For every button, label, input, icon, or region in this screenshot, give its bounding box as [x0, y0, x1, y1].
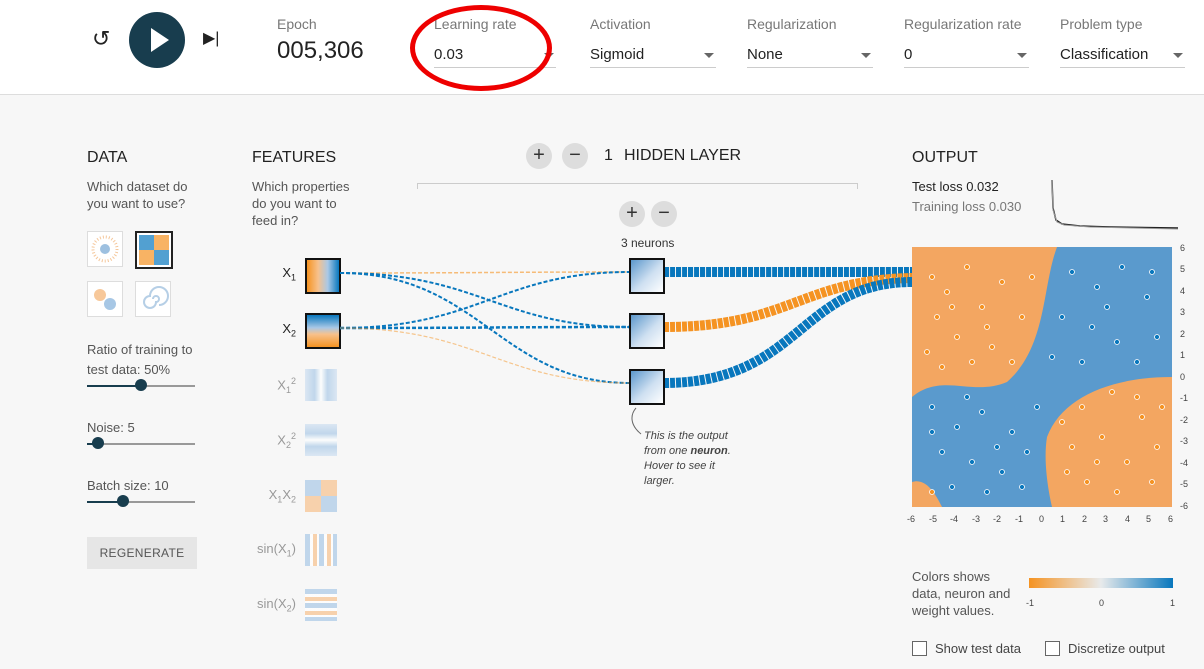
legend-text: Colors shows data, neuron and weight val…	[912, 569, 1011, 618]
y-tick: 2	[1180, 329, 1186, 339]
y-tick: -1	[1180, 393, 1189, 403]
x-tick: -1	[1015, 514, 1024, 524]
neuron-1[interactable]	[629, 258, 665, 294]
x-tick: -2	[993, 514, 1002, 524]
x-tick: 1	[1060, 514, 1066, 524]
neuron-note: This is the output from one neuron. Hove…	[644, 430, 731, 487]
link-x1-n1	[339, 271, 631, 274]
x-tick: -3	[972, 514, 981, 524]
annotation-arrow	[631, 407, 642, 435]
link-x1-n2	[339, 272, 631, 328]
show-test-checkbox[interactable]	[912, 641, 927, 656]
link-x2-n2	[339, 325, 631, 330]
training-loss: Training loss 0.030	[912, 199, 1022, 214]
legend-mid: 0	[1099, 598, 1105, 608]
y-tick: 0	[1180, 372, 1186, 382]
x-tick: 3	[1103, 514, 1109, 524]
color-scale	[1029, 578, 1173, 588]
discretize-checkbox[interactable]	[1045, 641, 1060, 656]
link-n3-out	[663, 277, 913, 388]
y-tick: -3	[1180, 436, 1189, 446]
y-tick: -4	[1180, 458, 1189, 468]
y-tick: 6	[1180, 243, 1186, 253]
x-tick: -6	[907, 514, 916, 524]
test-loss: Test loss 0.032	[912, 179, 999, 194]
x-tick: 5	[1146, 514, 1152, 524]
legend-max: 1	[1170, 598, 1176, 608]
x-tick: -4	[950, 514, 959, 524]
y-tick: 1	[1180, 350, 1186, 360]
output-heatmap	[912, 247, 1172, 507]
y-tick: -2	[1180, 415, 1189, 425]
show-test-label: Show test data	[935, 641, 1021, 656]
discretize-label: Discretize output	[1068, 641, 1165, 656]
neuron-3[interactable]	[629, 369, 665, 405]
x-tick: 4	[1125, 514, 1131, 524]
link-x2-n1	[339, 271, 631, 329]
y-tick: 5	[1180, 264, 1186, 274]
y-tick: -5	[1180, 479, 1189, 489]
x-tick: -5	[929, 514, 938, 524]
link-x2-n3	[339, 327, 631, 384]
x-tick: 2	[1082, 514, 1088, 524]
loss-chart	[1051, 179, 1179, 230]
x-tick: 6	[1168, 514, 1174, 524]
neuron-2[interactable]	[629, 313, 665, 349]
y-tick: 3	[1180, 307, 1186, 317]
output-title: OUTPUT	[912, 149, 978, 166]
x-tick: 0	[1039, 514, 1045, 524]
y-tick: -6	[1180, 501, 1189, 511]
legend-min: -1	[1026, 598, 1035, 608]
y-tick: 4	[1180, 286, 1186, 296]
